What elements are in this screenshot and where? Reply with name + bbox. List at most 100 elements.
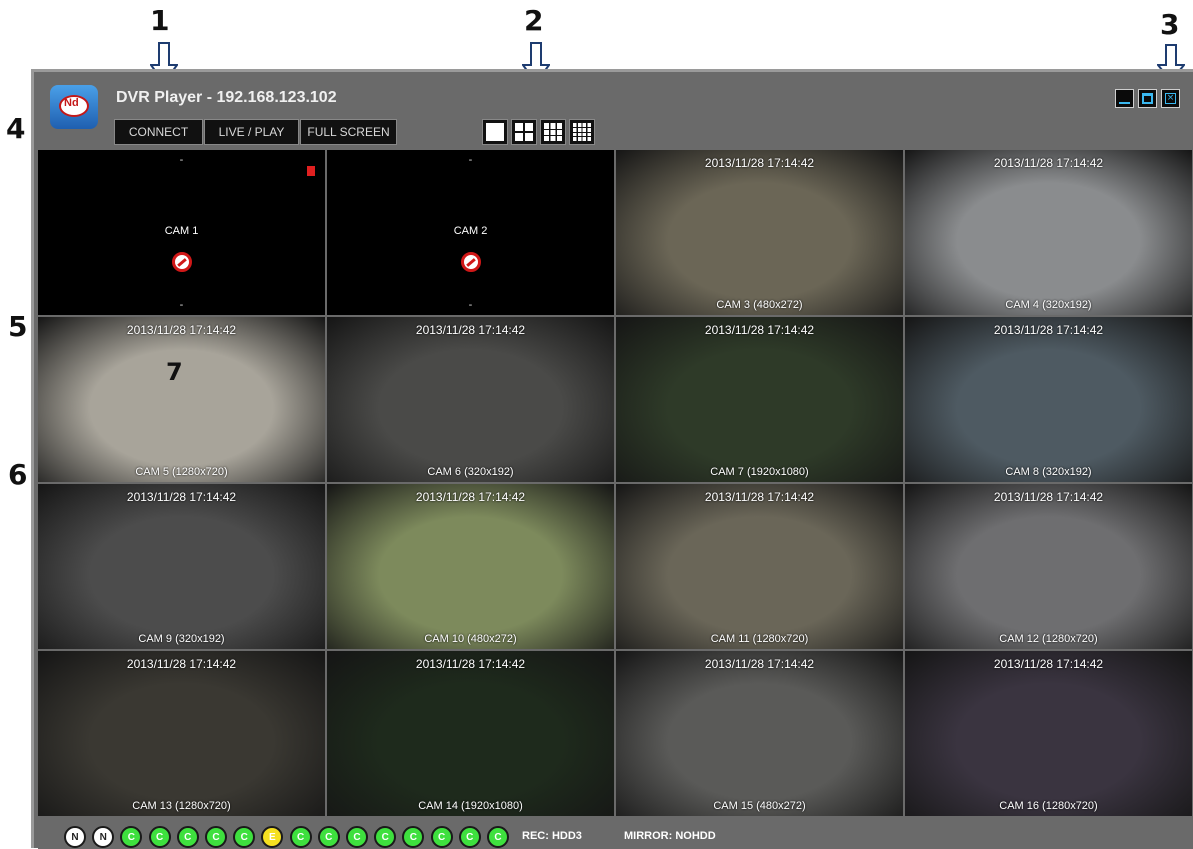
app-logo-icon: Nd <box>50 85 98 129</box>
camera-tile-3[interactable]: 2013/11/28 17:14:42 CAM 3 (480x272) <box>616 150 903 315</box>
close-button[interactable]: × <box>1161 89 1180 108</box>
camera-tile-16[interactable]: 2013/11/28 17:14:42 CAM 16 (1280x720) <box>905 651 1192 816</box>
layout-3x3-button[interactable] <box>540 119 566 145</box>
channel-status-dot: C <box>148 826 171 848</box>
camera-feed <box>905 317 1192 482</box>
camera-feed <box>616 150 903 315</box>
camera-label: CAM 14 (1920x1080) <box>418 800 523 812</box>
layout-4x4-button[interactable] <box>569 119 595 145</box>
minimize-button[interactable] <box>1115 89 1134 108</box>
camera-label: CAM 13 (1280x720) <box>132 800 231 812</box>
camera-timestamp: 2013/11/28 17:14:42 <box>415 490 526 504</box>
camera-label: CAM 9 (320x192) <box>138 633 225 645</box>
camera-label: CAM 6 (320x192) <box>427 466 514 478</box>
camera-timestamp: 2013/11/28 17:14:42 <box>126 657 237 671</box>
no-signal-icon <box>460 252 481 272</box>
no-signal-icon <box>171 252 192 272</box>
camera-feed <box>38 317 325 482</box>
camera-tile-12[interactable]: 2013/11/28 17:14:42 CAM 12 (1280x720) <box>905 484 1192 649</box>
camera-tile-8[interactable]: 2013/11/28 17:14:42 CAM 8 (320x192) <box>905 317 1192 482</box>
channel-status-dot: E <box>261 826 284 848</box>
camera-grid: - CAM 1 - - CAM 2 - 2013/11/28 17:14:42 CAM 3 (… <box>38 150 1193 820</box>
camera-timestamp: 2013/11/28 17:14:42 <box>704 323 815 337</box>
callout-5: 5 <box>8 310 28 343</box>
camera-timestamp: 2013/11/28 17:14:42 <box>993 490 1104 504</box>
camera-timestamp: 2013/11/28 17:14:42 <box>126 490 237 504</box>
camera-tile-15[interactable]: 2013/11/28 17:14:42 CAM 15 (480x272) <box>616 651 903 816</box>
camera-feed <box>327 317 614 482</box>
camera-label: CAM 12 (1280x720) <box>999 633 1098 645</box>
camera-label: CAM 5 (1280x720) <box>135 466 228 478</box>
camera-tile-10[interactable]: 2013/11/28 17:14:42 CAM 10 (480x272) <box>327 484 614 649</box>
camera-feed <box>616 317 903 482</box>
channel-status-dot: C <box>487 826 509 848</box>
camera-feed <box>616 484 903 649</box>
camera-tile-6[interactable]: 2013/11/28 17:14:42 CAM 6 (320x192) <box>327 317 614 482</box>
restore-button[interactable] <box>1138 89 1157 108</box>
rec-status: REC: HDD3 <box>522 830 582 842</box>
live-play-button[interactable]: LIVE / PLAY <box>204 119 299 145</box>
camera-tile-4[interactable]: 2013/11/28 17:14:42 CAM 4 (320x192) <box>905 150 1192 315</box>
camera-label: CAM 7 (1920x1080) <box>710 466 809 478</box>
camera-tile-1[interactable]: - CAM 1 - <box>38 150 325 315</box>
camera-name: CAM 2 <box>453 225 488 237</box>
camera-tile-13[interactable]: 2013/11/28 17:14:42 CAM 13 (1280x720) <box>38 651 325 816</box>
camera-timestamp: 2013/11/28 17:14:42 <box>704 657 815 671</box>
camera-timestamp: 2013/11/28 17:14:42 <box>126 323 237 337</box>
camera-timestamp: 2013/11/28 17:14:42 <box>993 657 1104 671</box>
mirror-status: MIRROR: NOHDD <box>624 830 716 842</box>
status-bar: NNCCCCCECCCCCCCC REC: HDD3 MIRROR: NOHDD <box>38 823 1193 849</box>
app-logo-text: Nd <box>64 97 79 109</box>
camera-timestamp: 2013/11/28 17:14:42 <box>993 156 1104 170</box>
camera-timestamp: 2013/11/28 17:14:42 <box>993 323 1104 337</box>
camera-timestamp: - <box>468 154 473 166</box>
camera-tile-5[interactable]: 2013/11/28 17:14:42 CAM 5 (1280x720) <box>38 317 325 482</box>
layout-1x1-button[interactable] <box>482 119 508 145</box>
camera-tile-2[interactable]: - CAM 2 - <box>327 150 614 315</box>
camera-feed <box>905 651 1192 816</box>
channel-status-dot: N <box>64 826 86 848</box>
callout-7: 7 <box>166 358 183 386</box>
camera-feed <box>38 484 325 649</box>
camera-timestamp: 2013/11/28 17:14:42 <box>415 323 526 337</box>
dvr-player-window: Nd DVR Player - 192.168.123.102 CONNECT … <box>31 69 1193 849</box>
callout-6: 6 <box>8 458 28 491</box>
channel-status-dot: C <box>317 826 340 848</box>
channel-status-dot: C <box>346 826 368 848</box>
camera-feed <box>905 484 1192 649</box>
camera-label: CAM 8 (320x192) <box>1005 466 1092 478</box>
channel-status-dot: C <box>176 826 199 848</box>
full-screen-button[interactable]: FULL SCREEN <box>300 119 397 145</box>
channel-status-dot: C <box>430 826 453 848</box>
camera-timestamp: 2013/11/28 17:14:42 <box>704 490 815 504</box>
camera-label: CAM 10 (480x272) <box>424 633 517 645</box>
layout-2x2-button[interactable] <box>511 119 537 145</box>
camera-feed <box>327 484 614 649</box>
window-title: DVR Player - 192.168.123.102 <box>116 89 337 106</box>
camera-tile-9[interactable]: 2013/11/28 17:14:42 CAM 9 (320x192) <box>38 484 325 649</box>
channel-status-dot: C <box>120 826 143 848</box>
callout-1: 1 <box>150 4 170 37</box>
callout-3: 3 <box>1160 8 1180 41</box>
connect-button[interactable]: CONNECT <box>114 119 203 145</box>
camera-tile-7[interactable]: 2013/11/28 17:14:42 CAM 7 (1920x1080) <box>616 317 903 482</box>
camera-timestamp: 2013/11/28 17:14:42 <box>415 657 526 671</box>
channel-status-dot: C <box>205 826 227 848</box>
camera-name: CAM 1 <box>164 225 199 237</box>
channel-status-dot: N <box>92 826 115 848</box>
camera-timestamp: - <box>179 154 184 166</box>
camera-feed <box>616 651 903 816</box>
callout-2: 2 <box>524 4 544 37</box>
camera-tile-14[interactable]: 2013/11/28 17:14:42 CAM 14 (1920x1080) <box>327 651 614 816</box>
camera-feed <box>905 150 1192 315</box>
channel-status-dot: C <box>402 826 425 848</box>
callout-4: 4 <box>6 112 26 145</box>
camera-tile-11[interactable]: 2013/11/28 17:14:42 CAM 11 (1280x720) <box>616 484 903 649</box>
camera-label: CAM 4 (320x192) <box>1005 299 1092 311</box>
camera-feed <box>38 651 325 816</box>
camera-label: CAM 3 (480x272) <box>716 299 803 311</box>
channel-status-dot: C <box>289 826 312 848</box>
camera-label: CAM 11 (1280x720) <box>710 633 809 645</box>
channel-status-dot: C <box>458 826 481 848</box>
channel-status-dot: C <box>374 826 397 848</box>
